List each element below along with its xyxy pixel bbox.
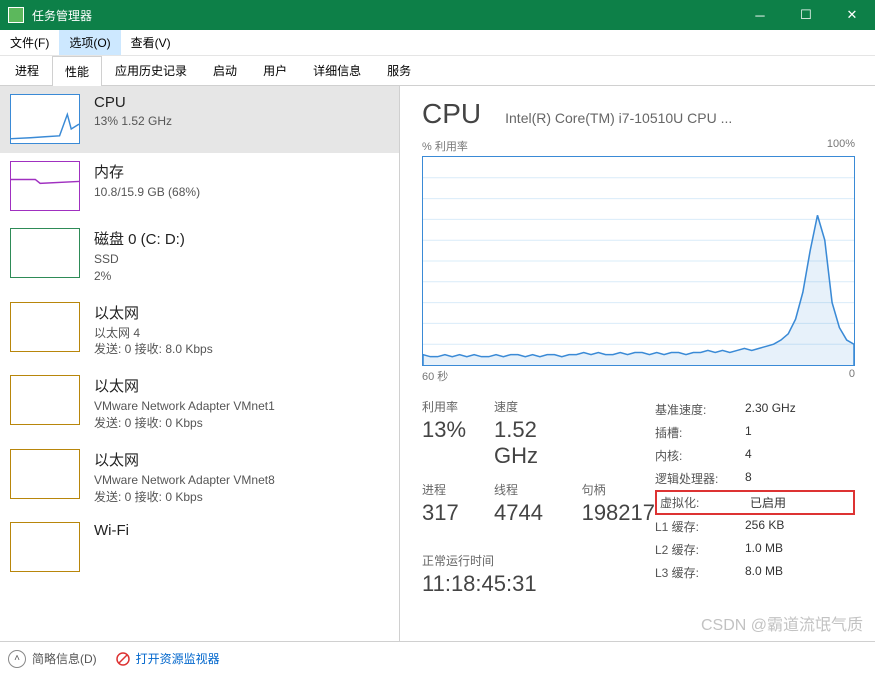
fewer-details-link[interactable]: 简略信息(D): [32, 650, 97, 667]
l2-value: 1.0 MB: [745, 541, 783, 558]
tab-startup[interactable]: 启动: [200, 55, 250, 85]
ethernet-thumbnail: [10, 302, 80, 352]
resmon-link[interactable]: 打开资源监视器: [136, 650, 220, 667]
window-title: 任务管理器: [32, 7, 737, 24]
sidebar-item-sub: 10.8/15.9 GB (68%): [94, 184, 200, 201]
menu-view[interactable]: 查看(V): [121, 30, 181, 55]
menu-file[interactable]: 文件(F): [0, 30, 59, 55]
util-value: 13%: [422, 417, 466, 443]
hnd-label: 句柄: [582, 481, 655, 498]
cpu-thumbnail: [10, 94, 80, 144]
sidebar-item-sub: VMware Network Adapter VMnet8: [94, 472, 275, 489]
base-speed-label: 基准速度:: [655, 401, 745, 418]
sidebar-item-sub2: 2%: [94, 268, 185, 285]
resmon-icon: [115, 651, 131, 667]
stats-right: 基准速度:2.30 GHz 插槽:1 内核:4 逻辑处理器:8 虚拟化:已启用 …: [655, 398, 855, 597]
uptime-value: 11:18:45:31: [422, 571, 655, 597]
ethernet-thumbnail: [10, 375, 80, 425]
proc-label: 进程: [422, 481, 466, 498]
menu-options[interactable]: 选项(O): [59, 30, 120, 55]
cores-value: 4: [745, 447, 752, 464]
wifi-thumbnail: [10, 522, 80, 572]
sidebar-item-sub2: 发送: 0 接收: 8.0 Kbps: [94, 341, 213, 358]
disk-thumbnail: [10, 228, 80, 278]
l3-label: L3 缓存:: [655, 564, 745, 581]
chart-ymax: 100%: [827, 138, 855, 154]
minimize-button[interactable]: ─: [737, 0, 783, 30]
sidebar-item-title: CPU: [94, 94, 172, 111]
logical-label: 逻辑处理器:: [655, 470, 745, 487]
tab-services[interactable]: 服务: [374, 55, 424, 85]
chart-xlabel-left: 60 秒: [422, 368, 448, 384]
sidebar-item-ethernet-1[interactable]: 以太网 VMware Network Adapter VMnet1 发送: 0 …: [0, 367, 399, 441]
sidebar-item-sub: 以太网 4: [94, 325, 213, 342]
sidebar-item-title: 以太网: [94, 449, 275, 470]
virtualization-value: 已启用: [750, 494, 786, 511]
tabbar: 进程 性能 应用历史记录 启动 用户 详细信息 服务: [0, 56, 875, 86]
chart-xlabel-right: 0: [849, 368, 855, 384]
detail-heading: CPU: [422, 98, 481, 130]
sidebar-item-sub: VMware Network Adapter VMnet1: [94, 398, 275, 415]
sidebar-item-title: 内存: [94, 161, 200, 182]
cpu-model: Intel(R) Core(TM) i7-10510U CPU ...: [505, 110, 732, 126]
uptime-label: 正常运行时间: [422, 552, 655, 569]
cpu-chart[interactable]: [422, 156, 855, 366]
sockets-label: 插槽:: [655, 424, 745, 441]
close-button[interactable]: ✕: [829, 0, 875, 30]
tab-users[interactable]: 用户: [250, 55, 300, 85]
virtualization-label: 虚拟化:: [660, 494, 750, 511]
util-label: 利用率: [422, 398, 466, 415]
sidebar-item-sub: SSD: [94, 251, 185, 268]
sidebar[interactable]: CPU 13% 1.52 GHz 内存 10.8/15.9 GB (68%) 磁…: [0, 86, 400, 641]
base-speed-value: 2.30 GHz: [745, 401, 796, 418]
speed-label: 速度: [494, 398, 554, 415]
sidebar-item-title: Wi-Fi: [94, 522, 129, 539]
hnd-value: 198217: [582, 500, 655, 526]
memory-thumbnail: [10, 161, 80, 211]
sidebar-item-ethernet-0[interactable]: 以太网 以太网 4 发送: 0 接收: 8.0 Kbps: [0, 294, 399, 368]
sidebar-item-title: 以太网: [94, 375, 275, 396]
titlebar: 任务管理器 ─ ☐ ✕: [0, 0, 875, 30]
chart-ylabel: % 利用率: [422, 138, 468, 154]
logical-value: 8: [745, 470, 752, 487]
app-icon: [8, 7, 24, 23]
collapse-icon[interactable]: ˄: [8, 650, 26, 668]
thr-label: 线程: [494, 481, 554, 498]
sidebar-item-title: 磁盘 0 (C: D:): [94, 228, 185, 249]
proc-value: 317: [422, 500, 466, 526]
sidebar-item-sub: 13% 1.52 GHz: [94, 113, 172, 130]
stats-left: 利用率13% 速度1.52 GHz 进程317 线程4744 句柄198217 …: [422, 398, 655, 597]
sidebar-item-disk[interactable]: 磁盘 0 (C: D:) SSD 2%: [0, 220, 399, 294]
speed-value: 1.52 GHz: [494, 417, 554, 469]
cores-label: 内核:: [655, 447, 745, 464]
tab-details[interactable]: 详细信息: [300, 55, 374, 85]
sidebar-item-memory[interactable]: 内存 10.8/15.9 GB (68%): [0, 153, 399, 220]
sidebar-item-sub2: 发送: 0 接收: 0 Kbps: [94, 489, 275, 506]
maximize-button[interactable]: ☐: [783, 0, 829, 30]
tab-performance[interactable]: 性能: [52, 56, 102, 86]
thr-value: 4744: [494, 500, 554, 526]
menubar: 文件(F) 选项(O) 查看(V): [0, 30, 875, 56]
l1-value: 256 KB: [745, 518, 784, 535]
l2-label: L2 缓存:: [655, 541, 745, 558]
sidebar-item-wifi[interactable]: Wi-Fi: [0, 514, 399, 581]
sidebar-item-title: 以太网: [94, 302, 213, 323]
l3-value: 8.0 MB: [745, 564, 783, 581]
ethernet-thumbnail: [10, 449, 80, 499]
footer: ˄ 简略信息(D) 打开资源监视器: [0, 641, 875, 675]
content: CPU 13% 1.52 GHz 内存 10.8/15.9 GB (68%) 磁…: [0, 86, 875, 641]
l1-label: L1 缓存:: [655, 518, 745, 535]
sockets-value: 1: [745, 424, 752, 441]
tab-processes[interactable]: 进程: [2, 55, 52, 85]
detail-pane: CPU Intel(R) Core(TM) i7-10510U CPU ... …: [400, 86, 875, 641]
sidebar-item-ethernet-2[interactable]: 以太网 VMware Network Adapter VMnet8 发送: 0 …: [0, 441, 399, 515]
sidebar-item-sub2: 发送: 0 接收: 0 Kbps: [94, 415, 275, 432]
sidebar-item-cpu[interactable]: CPU 13% 1.52 GHz: [0, 86, 399, 153]
tab-app-history[interactable]: 应用历史记录: [102, 55, 200, 85]
